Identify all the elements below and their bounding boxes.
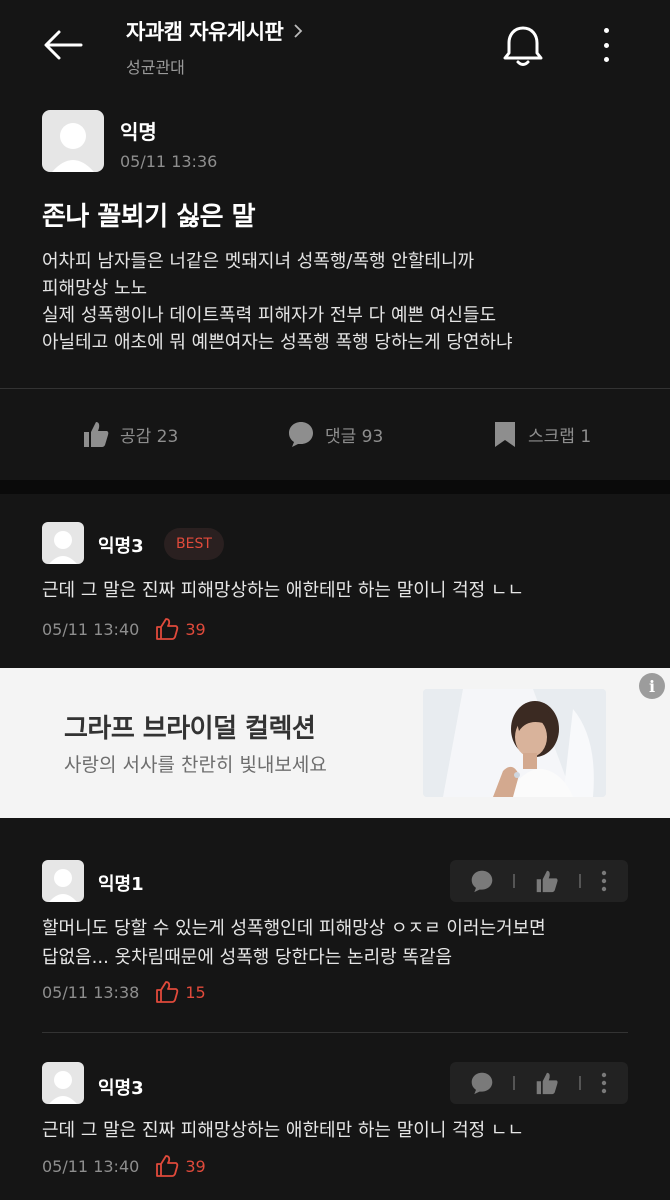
reply-icon[interactable] [470, 1071, 494, 1095]
like-count-label: 공감 23 [120, 426, 179, 447]
comment-author: 익명3 [98, 536, 144, 557]
comment-likes: 15 [155, 980, 206, 1004]
thumbs-up-outline-icon [156, 981, 179, 1003]
divider [0, 388, 670, 389]
thumbs-up-icon[interactable] [535, 1071, 559, 1095]
post-body-line: 아닐테고 애초에 뭐 예쁜여자는 성폭행 폭행 당하는게 당연하냐 [42, 332, 513, 353]
default-avatar-icon [49, 869, 77, 902]
post-body: 어차피 남자들은 너같은 멧돼지녀 성폭행/폭행 안할테니까 피해망상 노노 실… [42, 248, 642, 356]
best-badge: BEST [164, 528, 224, 560]
arrow-left-icon [44, 30, 83, 60]
board-subtitle: 성균관대 [126, 58, 185, 77]
separator [513, 1076, 516, 1090]
comment-count-label: 댓글 93 [325, 426, 384, 447]
comment-meta: 05/11 13:40 39 [42, 1154, 206, 1178]
comment-likes: 39 [155, 617, 206, 641]
comment-text-line: 할머니도 당할 수 있는게 성폭행인데 피해망상 ㅇㅈㄹ 이러는거보면 [42, 918, 546, 939]
thumbs-up-outline-icon [156, 618, 179, 640]
thumbs-up-icon[interactable] [535, 869, 559, 893]
post-body-line: 피해망상 노노 [42, 278, 148, 299]
comment-text-line: 근데 그 말은 진짜 피해망상하는 애한테만 하는 말이니 걱정 ㄴㄴ [42, 580, 525, 601]
dot [603, 57, 609, 62]
comment-button[interactable]: 댓글 93 [287, 420, 383, 448]
comment-text: 근데 그 말은 진짜 피해망상하는 애한테만 하는 말이니 걱정 ㄴㄴ [42, 1116, 642, 1145]
comment-meta: 05/11 13:40 39 [42, 617, 206, 641]
top-bar: 자과캠 자유게시판 성균관대 [0, 0, 670, 90]
bell-icon [503, 26, 543, 66]
post-title: 존나 꼴뵈기 싫은 말 [42, 202, 256, 232]
default-avatar-icon [49, 531, 77, 564]
more-options-button[interactable] [592, 28, 620, 62]
like-count: 39 [185, 1156, 206, 1176]
post-actions: 공감 23 댓글 93 스크랩 1 [0, 398, 670, 478]
bride-photo [423, 689, 606, 797]
board-title-text: 자과캠 자유게시판 [126, 20, 284, 44]
comment-author: 익명1 [98, 874, 144, 895]
avatar [42, 860, 84, 902]
info-icon[interactable]: i [639, 673, 665, 699]
comment-text: 근데 그 말은 진짜 피해망상하는 애한테만 하는 말이니 걱정 ㄴㄴ [42, 576, 642, 605]
comment-time: 05/11 13:38 [42, 982, 140, 1002]
default-avatar-icon [52, 123, 94, 172]
bookmark-icon [495, 422, 515, 447]
more-vertical-icon[interactable] [600, 1072, 608, 1094]
board-title-group[interactable]: 자과캠 자유게시판 성균관대 [126, 16, 303, 78]
post-author: 익명 [120, 120, 157, 144]
separator [513, 874, 516, 888]
separator [578, 874, 581, 888]
like-count: 39 [185, 619, 206, 639]
ad-banner[interactable]: 그라프 브라이덜 컬렉션 사랑의 서사를 찬란히 빛내보세요 i [0, 668, 670, 818]
scrap-button[interactable]: 스크랩 1 [492, 420, 591, 448]
avatar [42, 522, 84, 564]
comment-text-line: 근데 그 말은 진짜 피해망상하는 애한테만 하는 말이니 걱정 ㄴㄴ [42, 1120, 525, 1141]
like-count: 15 [185, 982, 206, 1002]
separator [578, 1076, 581, 1090]
like-button[interactable]: 공감 23 [82, 420, 178, 448]
post-body-line: 실제 성폭행이나 데이트폭력 피해자가 전부 다 예쁜 여신들도 [42, 305, 497, 326]
speech-bubble-icon [289, 422, 313, 447]
comment-author: 익명3 [98, 1078, 144, 1099]
post-body-line: 어차피 남자들은 너같은 멧돼지녀 성폭행/폭행 안할테니까 [42, 251, 475, 272]
ad-image[interactable] [423, 689, 606, 797]
board-title[interactable]: 자과캠 자유게시판 [126, 16, 303, 46]
avatar [42, 110, 104, 172]
default-avatar-icon [49, 1071, 77, 1104]
dot [603, 28, 609, 33]
back-button[interactable] [40, 24, 86, 66]
comment-text: 할머니도 당할 수 있는게 성폭행인데 피해망상 ㅇㅈㄹ 이러는거보면 답없음.… [42, 914, 642, 972]
comment-time: 05/11 13:40 [42, 619, 140, 639]
ad-subtitle: 사랑의 서사를 찬란히 빛내보세요 [64, 754, 327, 776]
dot [603, 42, 609, 48]
chevron-right-icon [294, 24, 303, 38]
comment-time: 05/11 13:40 [42, 1156, 140, 1176]
avatar [42, 1062, 84, 1104]
thumbs-up-icon [84, 422, 109, 447]
thumbs-up-outline-icon [156, 1155, 179, 1177]
section-divider [0, 480, 670, 494]
comment-meta: 05/11 13:38 15 [42, 980, 206, 1004]
reply-icon[interactable] [470, 869, 494, 893]
ad-title: 그라프 브라이덜 컬렉션 [64, 714, 316, 744]
comment-likes: 39 [155, 1154, 206, 1178]
divider [42, 1032, 628, 1033]
post-time: 05/11 13:36 [120, 152, 218, 171]
notification-button[interactable] [500, 22, 546, 68]
more-vertical-icon[interactable] [600, 870, 608, 892]
comment-toolbar [450, 860, 628, 902]
scrap-count-label: 스크랩 1 [528, 426, 592, 447]
comment-toolbar [450, 1062, 628, 1104]
comment-text-line: 답없음... 옷차림때문에 성폭행 당한다는 논리랑 똑같음 [42, 947, 453, 968]
